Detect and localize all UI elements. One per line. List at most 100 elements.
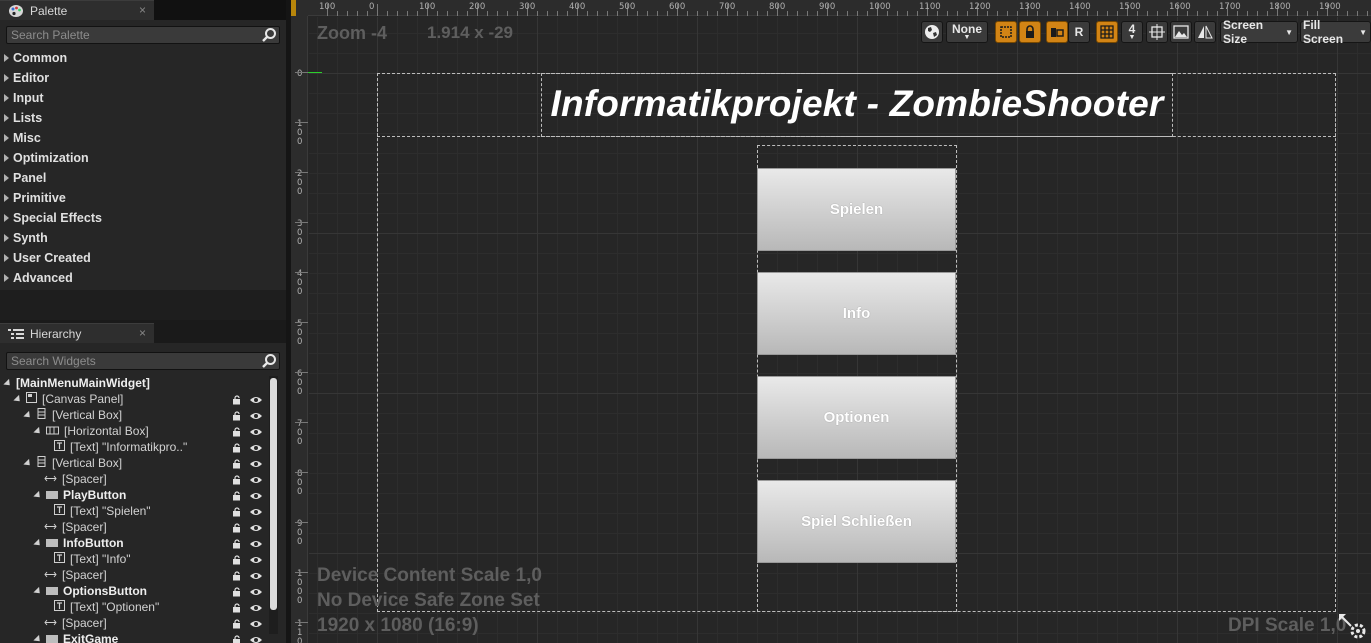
palette-category[interactable]: Lists [4,111,42,125]
expand-arrow-icon[interactable] [4,234,9,242]
visibility-eye-icon[interactable] [249,506,263,516]
hierarchy-row[interactable]: [Spacer] [0,519,266,535]
visibility-eye-icon[interactable] [249,538,263,548]
hierarchy-row[interactable]: [Text] "Informatikpro.." [0,439,266,455]
screen-size-dropdown[interactable]: Screen Size ▼ [1220,18,1298,46]
palette-search-input[interactable]: Search Palette [6,26,280,44]
visibility-eye-icon[interactable] [249,522,263,532]
visibility-eye-icon[interactable] [249,586,263,596]
expand-arrow-icon[interactable] [4,54,9,62]
designer-viewport[interactable]: 100 0 100 200 300 400 500 600 700 800 900 1000 1100 1… [291,0,1371,643]
lock-icon[interactable] [232,618,242,629]
visibility-eye-icon[interactable] [249,442,263,452]
palette-category[interactable]: Common [4,51,67,65]
hierarchy-row[interactable]: ExitGame [0,631,266,643]
hierarchy-row[interactable]: [Spacer] [0,567,266,583]
background-toggle[interactable] [1170,21,1192,43]
visibility-eye-icon[interactable] [249,410,263,420]
hierarchy-scrollbar[interactable] [269,376,278,634]
fill-screen-dropdown[interactable]: Fill Screen ▼ [1300,18,1371,46]
palette-category[interactable]: Input [4,91,44,105]
expand-arrow-icon[interactable] [4,114,9,122]
collapse-arrow-icon[interactable] [3,378,13,388]
resize-handle-icon[interactable] [1339,614,1367,640]
exit-game-button[interactable]: Spiel Schließen [757,480,956,563]
visibility-eye-icon[interactable] [249,570,263,580]
hierarchy-row[interactable]: [Vertical Box] [0,455,266,471]
palette-category[interactable]: Panel [4,171,46,185]
visibility-eye-icon[interactable] [249,634,263,643]
localization-preview-button[interactable] [921,21,943,43]
close-icon[interactable]: × [139,3,146,17]
expand-arrow-icon[interactable] [4,254,9,262]
lock-icon[interactable] [232,538,242,549]
collapse-arrow-icon[interactable] [23,458,33,468]
collapse-arrow-icon[interactable] [33,426,43,436]
localization-dropdown[interactable]: None ▼ [946,21,988,43]
hierarchy-row[interactable]: [Vertical Box] [0,407,266,423]
hierarchy-row[interactable]: [Horizontal Box] [0,423,266,439]
show-outlines-toggle[interactable] [995,21,1017,43]
visibility-eye-icon[interactable] [249,490,263,500]
collapse-arrow-icon[interactable] [33,634,43,643]
hierarchy-row[interactable]: [Spacer] [0,471,266,487]
lock-icon[interactable] [232,474,242,485]
hierarchy-search-input[interactable]: Search Widgets [6,352,280,370]
lock-icon[interactable] [232,506,242,517]
zoom-to-fit-button[interactable] [1146,21,1168,43]
expand-arrow-icon[interactable] [4,174,9,182]
respect-locks-r-button[interactable]: R [1068,21,1090,43]
grid-snap-toggle[interactable] [1096,21,1118,43]
visibility-eye-icon[interactable] [249,602,263,612]
expand-arrow-icon[interactable] [4,214,9,222]
collapse-arrow-icon[interactable] [33,490,43,500]
palette-category[interactable]: Editor [4,71,49,85]
hierarchy-row[interactable]: [Canvas Panel] [0,391,266,407]
panel-splitter[interactable] [0,290,286,320]
search-icon[interactable] [261,27,277,43]
collapse-arrow-icon[interactable] [13,394,23,404]
expand-arrow-icon[interactable] [4,274,9,282]
visibility-eye-icon[interactable] [249,394,263,404]
visibility-eye-icon[interactable] [249,474,263,484]
lock-icon[interactable] [232,586,242,597]
play-button[interactable]: Spielen [757,168,956,251]
hierarchy-row[interactable]: InfoButton [0,535,266,551]
collapse-arrow-icon[interactable] [23,410,33,420]
hierarchy-row[interactable]: [Spacer] [0,615,266,631]
palette-category[interactable]: Optimization [4,151,89,165]
expand-arrow-icon[interactable] [4,74,9,82]
lock-icon[interactable] [232,458,242,469]
grid-snap-size-dropdown[interactable]: 4 ▼ [1121,21,1143,43]
lock-icon[interactable] [232,394,242,405]
hierarchy-row[interactable]: PlayButton [0,487,266,503]
lock-icon[interactable] [232,570,242,581]
designer-canvas[interactable]: Informatikprojekt - ZombieShooter Spiele… [308,17,1371,643]
lock-icon[interactable] [232,426,242,437]
expand-arrow-icon[interactable] [4,134,9,142]
palette-category[interactable]: Advanced [4,271,73,285]
palette-category[interactable]: User Created [4,251,91,265]
lock-icon[interactable] [232,634,242,643]
lock-icon[interactable] [232,410,242,421]
palette-category[interactable]: Special Effects [4,211,102,225]
expand-arrow-icon[interactable] [4,154,9,162]
flip-direction-button[interactable] [1194,21,1216,43]
respect-locks-toggle[interactable] [1046,21,1068,43]
info-button[interactable]: Info [757,272,956,355]
expand-arrow-icon[interactable] [4,94,9,102]
palette-category[interactable]: Synth [4,231,48,245]
expand-arrow-icon[interactable] [4,194,9,202]
lock-toggle[interactable] [1019,21,1041,43]
lock-icon[interactable] [232,554,242,565]
palette-category[interactable]: Primitive [4,191,66,205]
close-icon[interactable]: × [139,326,146,340]
hierarchy-row[interactable]: [Text] "Optionen" [0,599,266,615]
lock-icon[interactable] [232,490,242,501]
tab-hierarchy[interactable]: Hierarchy × [0,323,154,343]
lock-icon[interactable] [232,442,242,453]
search-icon[interactable] [261,353,277,369]
scrollbar-thumb[interactable] [270,378,277,610]
visibility-eye-icon[interactable] [249,554,263,564]
visibility-eye-icon[interactable] [249,458,263,468]
